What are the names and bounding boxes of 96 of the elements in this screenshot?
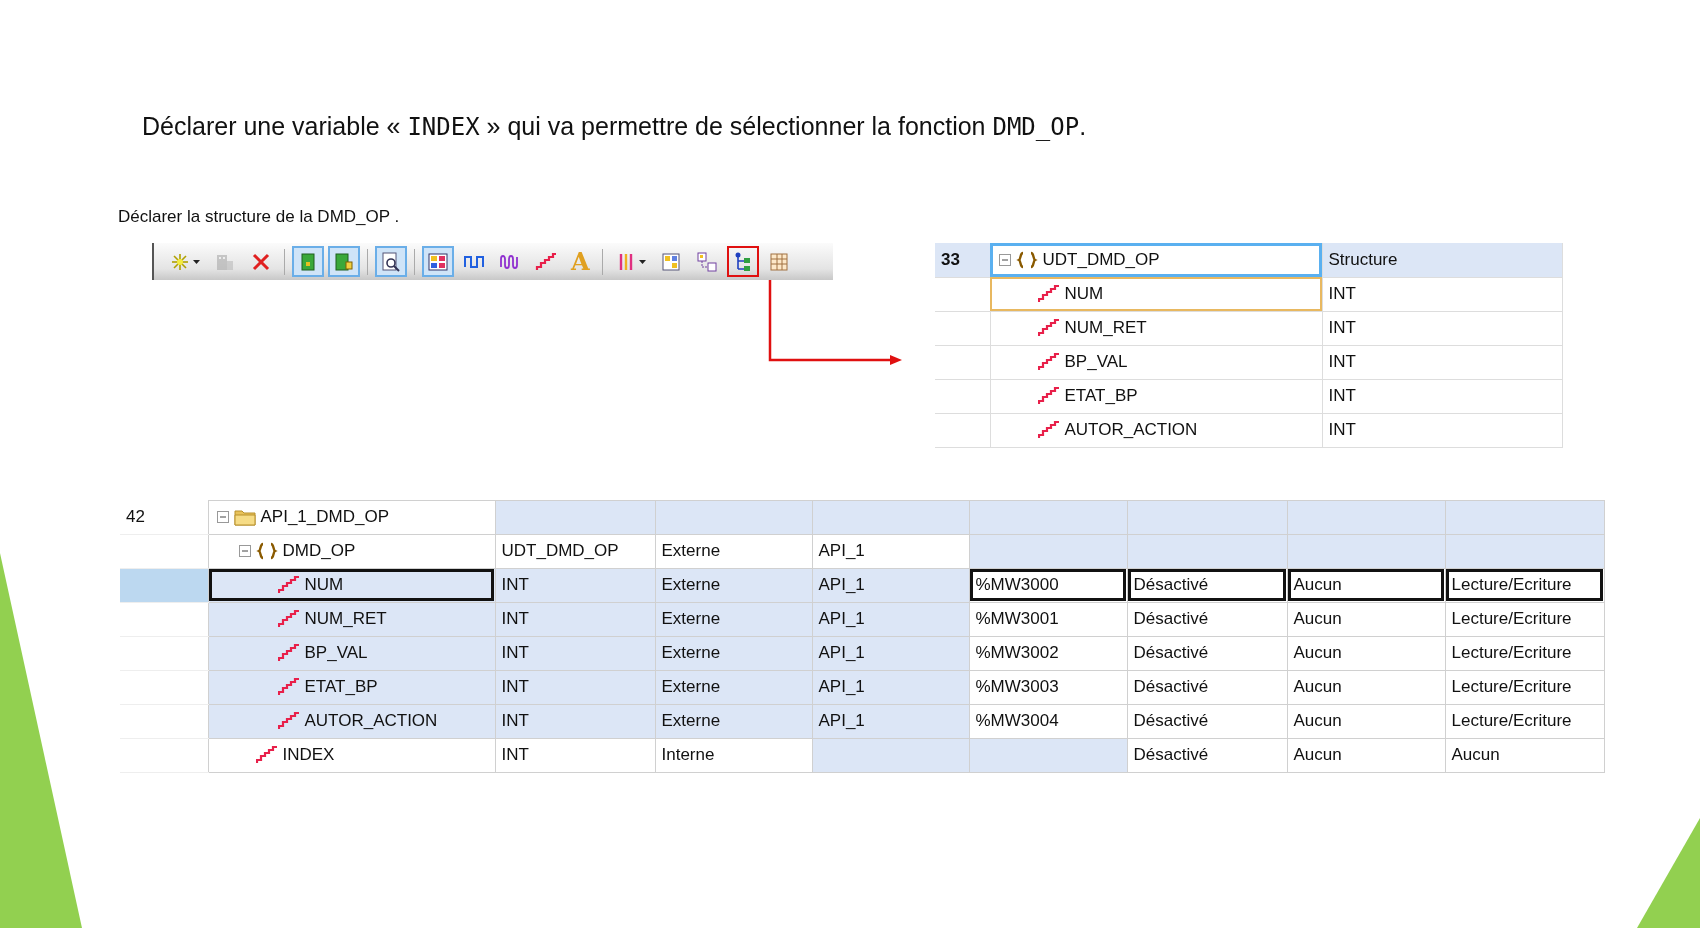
- table-cell: Lecture/Ecriture: [1445, 704, 1604, 738]
- braces-icon: [1015, 250, 1038, 269]
- table-cell: Lecture/Ecriture: [1445, 568, 1604, 602]
- table-cell: API_1: [812, 602, 969, 636]
- name-cell[interactable]: DMD_OP: [208, 534, 495, 568]
- box-plug-icon: [333, 250, 355, 273]
- type-cell: INT: [1322, 379, 1562, 413]
- table-cell: %MW3002: [969, 636, 1127, 670]
- type-cell: INT: [1322, 345, 1562, 379]
- table-cell: Aucun: [1287, 568, 1445, 602]
- caret-icon: [638, 259, 646, 264]
- braces-icon: [255, 542, 278, 560]
- table-cell: API_1: [812, 670, 969, 704]
- name-cell[interactable]: ETAT_BP: [990, 379, 1322, 413]
- table-cell: Désactivé: [1127, 704, 1287, 738]
- toolbar-button[interactable]: [726, 246, 759, 277]
- table-cell: Externe: [655, 534, 812, 568]
- name-cell[interactable]: API_1_DMD_OP: [208, 500, 495, 534]
- table-icon: [767, 250, 790, 273]
- name-cell[interactable]: NUM_RET: [990, 311, 1322, 345]
- table-cell: INT: [495, 602, 655, 636]
- row-number: 33: [935, 243, 990, 277]
- table-cell: INT: [495, 670, 655, 704]
- name-cell[interactable]: INDEX: [208, 738, 495, 772]
- table-cell: INT: [495, 704, 655, 738]
- toolbar-button[interactable]: [422, 246, 454, 277]
- staircase-icon: [277, 712, 300, 730]
- table-cell: Aucun: [1445, 738, 1604, 772]
- instruction-text: Déclarer une variable « INDEX » qui va permettre de sélectionner la fonction DMD_OP.: [142, 112, 1088, 141]
- table-cell: Aucun: [1287, 636, 1445, 670]
- table-cell: Externe: [655, 602, 812, 636]
- type-cell: INT: [1322, 277, 1562, 311]
- staircase-icon: [277, 610, 300, 628]
- type-cell: INT: [1322, 311, 1562, 345]
- table-cell: %MW3003: [969, 670, 1127, 704]
- name-cell[interactable]: AUTOR_ACTION: [208, 704, 495, 738]
- name-cell[interactable]: NUM: [990, 277, 1322, 311]
- table-cell: %MW3000: [969, 568, 1127, 602]
- table-cell: Aucun: [1287, 602, 1445, 636]
- table-cell: API_1: [812, 568, 969, 602]
- table-cell: INT: [495, 738, 655, 772]
- staircase-icon: [277, 678, 300, 696]
- table-cell: Aucun: [1287, 670, 1445, 704]
- table-cell: API_1: [812, 534, 969, 568]
- table-cell: Lecture/Ecriture: [1445, 636, 1604, 670]
- staircase-icon: [1037, 353, 1060, 371]
- name-cell[interactable]: NUM_RET: [208, 602, 495, 636]
- table-cell: Interne: [655, 738, 812, 772]
- staircase-icon: [1037, 421, 1060, 439]
- table-cell: Désactivé: [1127, 738, 1287, 772]
- table-cell: API_1: [812, 636, 969, 670]
- name-cell[interactable]: BP_VAL: [208, 636, 495, 670]
- table-cell: API_1: [812, 704, 969, 738]
- table-cell: Externe: [655, 670, 812, 704]
- table-cell: Externe: [655, 568, 812, 602]
- name-cell[interactable]: NUM: [208, 568, 495, 602]
- table-cell: INT: [495, 568, 655, 602]
- table-cell: INT: [495, 636, 655, 670]
- table-cell: Désactivé: [1127, 568, 1287, 602]
- folder-icon: [233, 508, 256, 526]
- table-cell: Externe: [655, 636, 812, 670]
- collapse-icon[interactable]: [238, 545, 251, 557]
- collapse-icon[interactable]: [216, 511, 229, 523]
- document-search-icon: [380, 250, 402, 273]
- row-number: 42: [120, 500, 208, 534]
- caret-icon: [193, 259, 200, 264]
- table-cell: %MW3001: [969, 602, 1127, 636]
- table-cell: UDT_DMD_OP: [495, 534, 655, 568]
- name-cell[interactable]: UDT_DMD_OP: [990, 243, 1322, 277]
- table-cell: Désactivé: [1127, 670, 1287, 704]
- grid-icon: [427, 250, 449, 273]
- staircase-icon: [277, 644, 300, 662]
- subtitle-text: Déclarer la structure de la DMD_OP .: [118, 207, 401, 227]
- table-cell: Aucun: [1287, 738, 1445, 772]
- table-cell: Lecture/Ecriture: [1445, 602, 1604, 636]
- staircase-icon: [1037, 319, 1060, 337]
- staircase-icon: [1037, 285, 1060, 303]
- table-cell: Aucun: [1287, 704, 1445, 738]
- table-cell: Désactivé: [1127, 602, 1287, 636]
- table-cell: Désactivé: [1127, 636, 1287, 670]
- name-cell[interactable]: ETAT_BP: [208, 670, 495, 704]
- type-cell: Structure: [1322, 243, 1562, 277]
- name-cell[interactable]: AUTOR_ACTION: [990, 413, 1322, 447]
- hierarchy-icon: [695, 250, 718, 273]
- table-cell: Lecture/Ecriture: [1445, 670, 1604, 704]
- staircase-icon: [535, 250, 557, 273]
- collapse-icon[interactable]: [998, 253, 1011, 266]
- table-cell: Externe: [655, 704, 812, 738]
- table-cell: %MW3004: [969, 704, 1127, 738]
- staircase-icon: [277, 576, 300, 594]
- toolbar-button[interactable]: [375, 246, 407, 277]
- staircase-icon: [255, 746, 278, 764]
- type-cell: INT: [1322, 413, 1562, 447]
- name-cell[interactable]: BP_VAL: [990, 345, 1322, 379]
- staircase-icon: [1037, 387, 1060, 405]
- grid-icon: [659, 250, 682, 273]
